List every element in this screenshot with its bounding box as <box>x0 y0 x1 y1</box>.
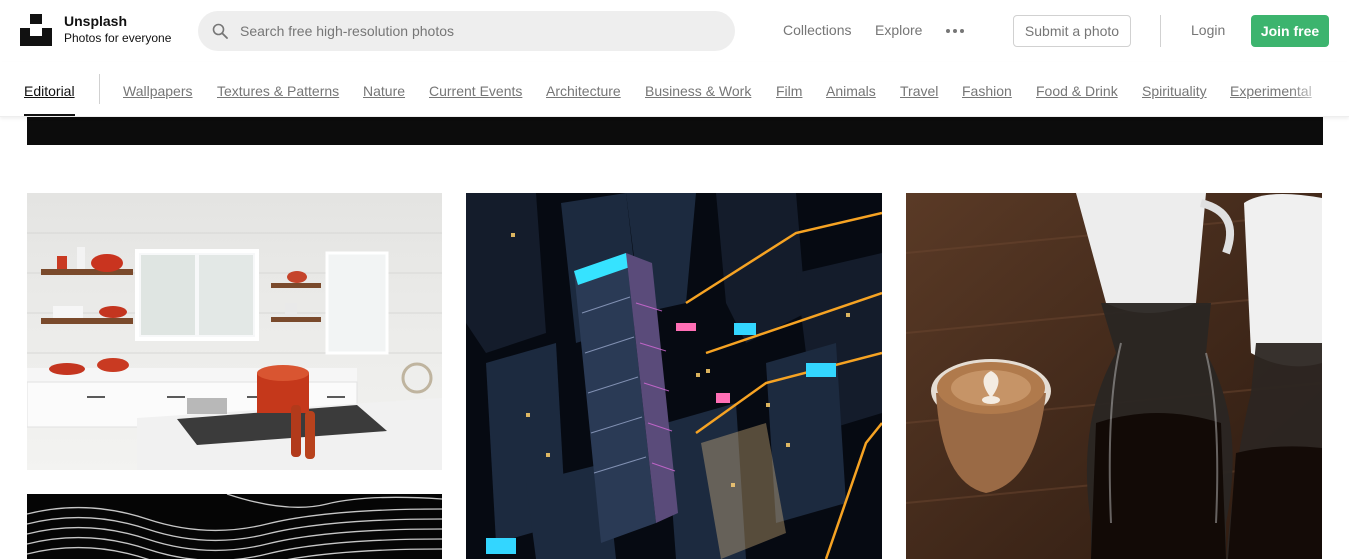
unsplash-logo-icon[interactable] <box>20 14 52 46</box>
topic-food-drink[interactable]: Food & Drink <box>1036 83 1118 99</box>
active-topic-indicator <box>24 114 75 116</box>
login-link[interactable]: Login <box>1191 22 1225 38</box>
topic-fashion[interactable]: Fashion <box>962 83 1012 99</box>
brand-name: Unsplash <box>64 13 128 29</box>
topic-current-events[interactable]: Current Events <box>429 83 522 99</box>
search-input[interactable] <box>240 11 720 51</box>
topic-nature[interactable]: Nature <box>363 83 405 99</box>
brand-tagline: Photos for everyone <box>64 31 172 45</box>
topic-travel[interactable]: Travel <box>900 83 938 99</box>
hero-banner-bottom <box>27 117 1323 145</box>
nav-explore-link[interactable]: Explore <box>875 22 922 38</box>
topic-film[interactable]: Film <box>776 83 802 99</box>
join-free-button[interactable]: Join free <box>1251 15 1329 47</box>
submit-photo-button[interactable]: Submit a photo <box>1013 15 1131 47</box>
topic-scroll-fade <box>1289 62 1349 116</box>
topic-nav: Editorial Wallpapers Textures & Patterns… <box>0 62 1349 117</box>
photo-wavy-lines[interactable] <box>27 494 442 559</box>
top-header: Unsplash Photos for everyone Collections… <box>0 0 1349 62</box>
photo-night-city[interactable] <box>466 193 882 559</box>
more-horizontal-icon[interactable] <box>946 25 966 37</box>
photo-kitchen[interactable] <box>27 193 442 470</box>
topic-wallpapers[interactable]: Wallpapers <box>123 83 193 99</box>
topic-spirituality[interactable]: Spirituality <box>1142 83 1207 99</box>
topic-animals[interactable]: Animals <box>826 83 876 99</box>
topic-textures-patterns[interactable]: Textures & Patterns <box>217 83 339 99</box>
topic-editorial[interactable]: Editorial <box>24 83 75 99</box>
nav-collections-link[interactable]: Collections <box>783 22 851 38</box>
brand[interactable]: Unsplash Photos for everyone <box>64 14 171 44</box>
search-icon[interactable] <box>212 23 228 39</box>
topic-divider <box>99 74 100 104</box>
topic-architecture[interactable]: Architecture <box>546 83 621 99</box>
search-bar[interactable] <box>198 11 735 51</box>
topic-business-work[interactable]: Business & Work <box>645 83 751 99</box>
photo-coffee[interactable] <box>906 193 1322 559</box>
header-divider <box>1160 15 1161 47</box>
